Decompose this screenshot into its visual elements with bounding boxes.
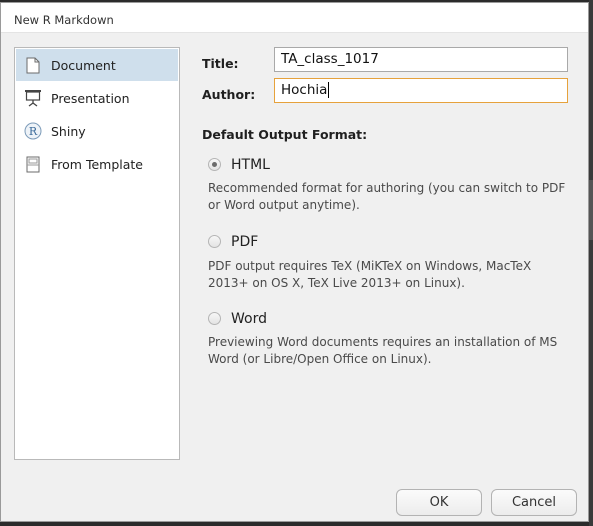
pdf-radio-label[interactable]: PDF	[231, 234, 258, 250]
sidebar-item-label: From Template	[51, 156, 143, 172]
pdf-description: PDF output requires TeX (MiKTeX on Windo…	[208, 259, 532, 290]
pdf-radio[interactable]	[208, 235, 221, 248]
default-output-format-label: Default Output Format:	[202, 127, 368, 142]
ok-button[interactable]: OK	[396, 489, 482, 516]
html-description: Recommended format for authoring (you ca…	[208, 181, 566, 212]
sidebar-item-label: Shiny	[51, 123, 86, 139]
html-radio-label[interactable]: HTML	[231, 157, 270, 173]
new-r-markdown-dialog: New R Markdown Document Presentation R S…	[0, 2, 589, 522]
background-app-scroll-strip	[589, 180, 593, 240]
presentation-icon	[24, 89, 42, 107]
sidebar-item-label: Document	[51, 57, 116, 73]
title-input-value: TA_class_1017	[281, 51, 379, 67]
text-caret	[328, 82, 330, 98]
sidebar-item-label: Presentation	[51, 90, 130, 106]
sidebar-item-presentation[interactable]: Presentation	[16, 82, 178, 114]
author-input-value: Hochia	[281, 82, 328, 98]
dialog-title: New R Markdown	[14, 13, 114, 27]
word-radio[interactable]	[208, 312, 221, 325]
dialog-titlebar: New R Markdown	[1, 3, 588, 33]
author-label: Author:	[202, 87, 256, 102]
sidebar-item-document[interactable]: Document	[16, 49, 178, 81]
template-icon	[24, 155, 42, 173]
document-icon	[24, 56, 42, 74]
word-description: Previewing Word documents requires an in…	[208, 335, 558, 366]
sidebar-item-from-template[interactable]: From Template	[16, 148, 178, 180]
html-radio[interactable]	[208, 158, 221, 171]
title-input[interactable]: TA_class_1017	[274, 47, 568, 72]
background-app	[589, 0, 593, 526]
shiny-r-icon: R	[24, 122, 42, 140]
title-label: Title:	[202, 56, 239, 71]
word-radio-label[interactable]: Word	[231, 311, 267, 327]
svg-text:R: R	[29, 125, 38, 138]
author-input[interactable]: Hochia	[274, 78, 568, 103]
sidebar-item-shiny[interactable]: R Shiny	[16, 115, 178, 147]
cancel-button[interactable]: Cancel	[491, 489, 577, 516]
document-type-sidebar: Document Presentation R Shiny From Templ…	[14, 47, 180, 460]
